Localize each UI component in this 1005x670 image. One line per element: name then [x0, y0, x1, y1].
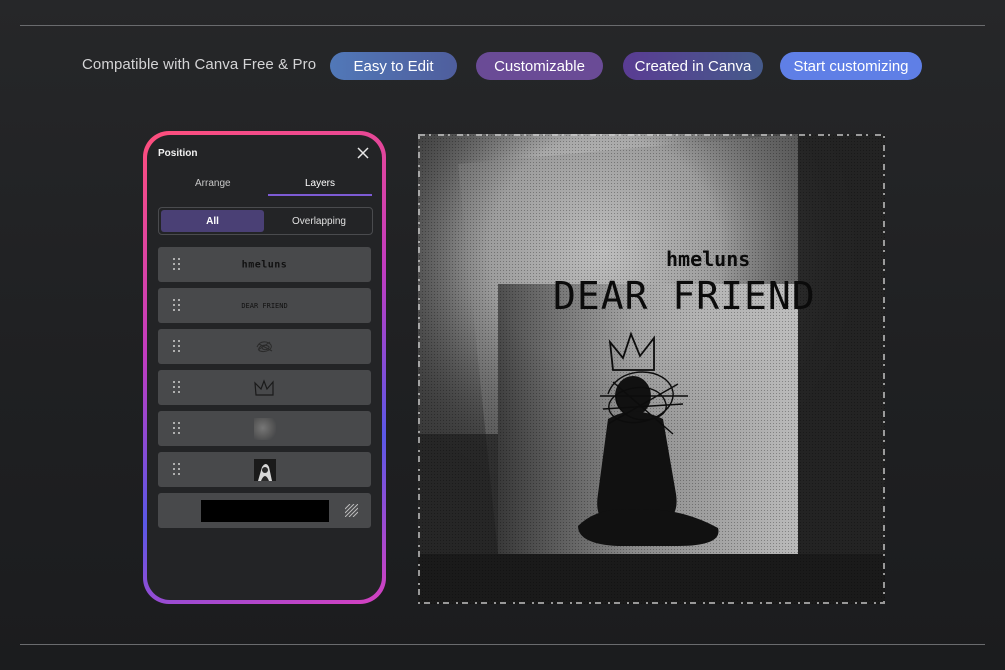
layer-item-title-text[interactable]: DEAR FRIEND — [158, 288, 371, 323]
created-in-canva-badge: Created in Canva — [623, 52, 763, 80]
crown-icon — [253, 378, 274, 396]
panel-title: Position — [158, 148, 198, 159]
drag-handle-icon[interactable] — [172, 381, 182, 395]
layer-item-smoke[interactable] — [158, 411, 371, 446]
active-tab-indicator — [268, 194, 372, 196]
customizable-badge: Customizable — [476, 52, 603, 80]
photo-thumbnail — [253, 458, 276, 481]
layer-item-artist-text[interactable]: hmeluns — [158, 247, 371, 282]
easy-to-edit-badge: Easy to Edit — [330, 52, 457, 80]
close-icon[interactable] — [355, 145, 371, 161]
tab-layers[interactable]: Layers — [305, 178, 335, 189]
layer-item-crown[interactable] — [158, 370, 371, 405]
drag-handle-icon[interactable] — [172, 340, 182, 354]
layer-item-background[interactable] — [158, 493, 371, 528]
compatibility-text: Compatible with Canva Free & Pro — [82, 56, 317, 73]
layer-item-photo[interactable] — [158, 452, 371, 487]
cover-title-text: DEAR FRIEND — [553, 274, 816, 318]
cover-artist-text: hmeluns — [666, 247, 750, 271]
filter-all-button[interactable]: All — [161, 210, 264, 232]
bottom-divider — [20, 644, 985, 645]
filter-overlapping-button[interactable]: Overlapping — [269, 210, 369, 232]
drag-handle-icon[interactable] — [172, 422, 182, 436]
tab-arrange[interactable]: Arrange — [195, 178, 231, 189]
smoke-texture-thumbnail — [253, 417, 276, 440]
drag-handle-icon[interactable] — [172, 463, 182, 477]
background-color-preview — [201, 500, 329, 522]
scribble-icon — [256, 340, 272, 352]
layer-filter: All Overlapping — [158, 207, 373, 235]
start-customizing-button[interactable]: Start customizing — [780, 52, 922, 80]
drag-handle-icon[interactable] — [172, 258, 182, 272]
layer-preview-text: hmeluns — [241, 259, 288, 270]
drag-handle-icon[interactable] — [172, 299, 182, 313]
layer-item-scribble[interactable] — [158, 329, 371, 364]
layers-panel: Position Arrange Layers All Overlapping … — [147, 135, 382, 600]
top-divider — [20, 25, 985, 26]
album-cover-artwork: hmeluns DEAR FRIEND — [418, 134, 885, 604]
transparency-icon[interactable] — [345, 504, 358, 517]
layer-preview-text: DEAR FRIEND — [241, 301, 288, 310]
